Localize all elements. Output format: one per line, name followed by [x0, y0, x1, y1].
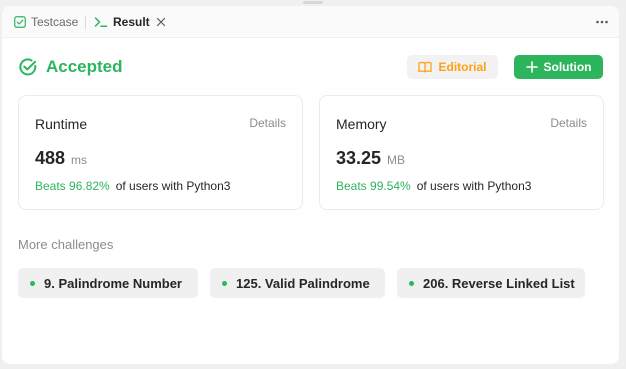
memory-beats-percent: Beats 99.54% — [336, 179, 411, 193]
book-icon — [418, 61, 433, 73]
editorial-button-label: Editorial — [438, 60, 487, 74]
tab-testcase[interactable]: Testcase — [14, 6, 78, 38]
challenge-chip[interactable]: 9. Palindrome Number — [18, 268, 198, 298]
status-dot — [30, 280, 35, 286]
tab-bar: Testcase Result — [2, 6, 619, 38]
panel-drag-handle[interactable] — [303, 1, 323, 4]
runtime-beats: Beats 96.82% of users with Python3 — [35, 179, 230, 193]
runtime-value: 488 ms — [35, 148, 87, 169]
memory-unit: MB — [387, 153, 406, 167]
runtime-unit: ms — [71, 153, 88, 167]
tab-result-label: Result — [113, 15, 150, 29]
check-circle-icon — [18, 57, 38, 77]
challenge-chip[interactable]: 125. Valid Palindrome — [210, 268, 385, 298]
status-dot — [222, 280, 227, 286]
more-challenges-title: More challenges — [18, 237, 114, 252]
close-icon[interactable] — [156, 17, 166, 27]
tab-divider — [85, 16, 86, 29]
memory-card: Memory Details 33.25 MB Beats 99.54% of … — [319, 95, 604, 210]
submission-status: Accepted — [18, 56, 123, 78]
more-dots-icon[interactable] — [595, 15, 609, 29]
plus-icon — [525, 61, 538, 73]
memory-title: Memory — [336, 116, 387, 132]
memory-beats: Beats 99.54% of users with Python3 — [336, 179, 531, 193]
challenge-label: 125. Valid Palindrome — [236, 275, 370, 291]
result-panel: Testcase Result Accepted Editorial Solut… — [2, 6, 619, 364]
challenge-chip[interactable]: 206. Reverse Linked List — [397, 268, 585, 298]
runtime-number: 488 — [35, 148, 66, 168]
checkbox-icon — [14, 16, 26, 28]
solution-button-label: Solution — [543, 60, 592, 74]
memory-number: 33.25 — [336, 148, 382, 168]
status-text: Accepted — [46, 57, 123, 76]
editorial-button[interactable]: Editorial — [407, 55, 498, 79]
challenge-label: 9. Palindrome Number — [44, 275, 182, 291]
terminal-icon — [94, 16, 108, 28]
status-dot — [409, 280, 414, 286]
tab-result[interactable]: Result — [94, 6, 166, 38]
runtime-title: Runtime — [35, 116, 88, 132]
runtime-details-link[interactable]: Details — [249, 116, 286, 130]
solution-button[interactable]: Solution — [514, 55, 603, 79]
runtime-beats-suffix: of users with Python3 — [115, 179, 231, 193]
memory-value: 33.25 MB — [336, 148, 405, 169]
runtime-beats-percent: Beats 96.82% — [35, 179, 110, 193]
memory-details-link[interactable]: Details — [550, 116, 587, 130]
challenge-label: 206. Reverse Linked List — [423, 275, 575, 291]
runtime-card: Runtime Details 488 ms Beats 96.82% of u… — [18, 95, 303, 210]
tab-testcase-label: Testcase — [31, 15, 79, 29]
memory-beats-suffix: of users with Python3 — [416, 179, 532, 193]
